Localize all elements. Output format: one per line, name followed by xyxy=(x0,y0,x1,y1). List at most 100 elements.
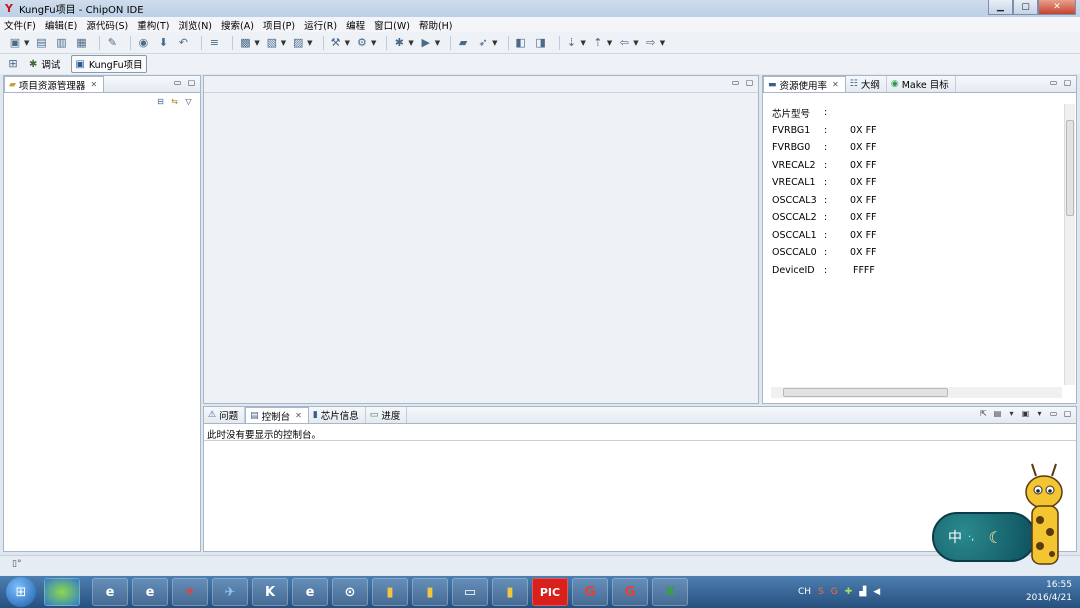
display-console-icon[interactable]: ▤ xyxy=(992,409,1003,420)
menu-project[interactable]: 项目(P) xyxy=(263,18,295,32)
close-tab-icon[interactable]: ✕ xyxy=(90,80,97,89)
tray-language[interactable]: CH xyxy=(798,587,811,597)
tab-console[interactable]: ▤ 控制台 ✕ xyxy=(245,407,309,423)
panel-right-icon[interactable]: ◨ xyxy=(534,36,548,50)
maximize-view-icon[interactable]: ▢ xyxy=(1062,409,1073,420)
menu-file[interactable]: 文件(F) xyxy=(4,18,36,32)
tray-network-icon[interactable]: ▟ xyxy=(859,587,866,597)
horizontal-scroll-thumb[interactable] xyxy=(783,388,948,397)
menu-refactor[interactable]: 重构(T) xyxy=(137,18,169,32)
taskbar-app-pic[interactable]: PIC xyxy=(532,578,568,606)
debug-dropdown-icon[interactable]: ▼ xyxy=(408,39,413,47)
maximize-button[interactable]: ▢ xyxy=(1013,0,1038,15)
new-project-dropdown-icon[interactable]: ▼ xyxy=(254,39,259,47)
taskbar-app-excel[interactable]: X xyxy=(652,578,688,606)
menu-edit[interactable]: 编辑(E) xyxy=(45,18,77,32)
vertical-scroll-thumb[interactable] xyxy=(1066,120,1074,216)
menu-source[interactable]: 源代码(S) xyxy=(86,18,128,32)
panel-left-icon[interactable]: ◧ xyxy=(514,36,528,50)
tab-make-targets[interactable]: ◉ Make 目标 xyxy=(887,76,956,92)
tab-outline[interactable]: ☷ 大纲 xyxy=(846,76,887,92)
link-editor-icon[interactable]: ⇆ xyxy=(169,97,180,108)
menu-search[interactable]: 搜索(A) xyxy=(221,18,254,32)
taskbar-clock[interactable]: 16:55 2016/4/21 xyxy=(1026,579,1072,605)
taskbar-app-12[interactable]: ▮ xyxy=(492,578,528,606)
taskbar-app-4[interactable]: ✈ xyxy=(172,578,208,606)
rocket-icon[interactable]: ➶ xyxy=(476,36,490,50)
save-all-icon[interactable]: ▥ xyxy=(54,36,68,50)
taskbar-app-9[interactable]: ▮ xyxy=(372,578,408,606)
start-button[interactable]: ⊞ xyxy=(6,577,36,607)
minimize-editor-icon[interactable]: ▭ xyxy=(730,78,741,89)
minimize-view-icon[interactable]: ▭ xyxy=(1048,78,1059,89)
new-file-icon[interactable]: ▨ xyxy=(291,36,305,50)
pin-console-icon[interactable]: ⇱ xyxy=(978,409,989,420)
taskbar-app-5[interactable]: ✈ xyxy=(212,578,248,606)
save-icon[interactable]: ▤ xyxy=(34,36,48,50)
settings-icon[interactable]: ⚙ xyxy=(355,36,369,50)
menu-navigate[interactable]: 浏览(N) xyxy=(178,18,212,32)
fast-view-icon[interactable]: ▯° xyxy=(12,559,21,569)
next-annotation-dropdown-icon[interactable]: ▼ xyxy=(581,39,586,47)
debug-icon[interactable]: ✱ xyxy=(392,36,406,50)
taskbar-app-3[interactable]: e xyxy=(132,578,168,606)
maximize-view-icon[interactable]: ▢ xyxy=(1062,78,1073,89)
back-dropdown-icon[interactable]: ▼ xyxy=(633,39,638,47)
open-perspective-icon[interactable]: ⊞ xyxy=(6,57,20,71)
perspective-debug[interactable]: ✱ 调试 xyxy=(26,56,63,72)
tab-project-explorer[interactable]: ▰ 项目资源管理器 ✕ xyxy=(4,76,105,92)
next-annotation-icon[interactable]: ⇣ xyxy=(565,36,579,50)
menu-help[interactable]: 帮助(H) xyxy=(419,18,453,32)
close-tab-icon[interactable]: ✕ xyxy=(832,80,839,89)
minimize-view-icon[interactable]: ▭ xyxy=(1048,409,1059,420)
tab-chip-info[interactable]: ▮ 芯片信息 xyxy=(309,407,366,423)
taskbar-app-11[interactable]: ▭ xyxy=(452,578,488,606)
new-icon[interactable]: ▣ xyxy=(8,36,22,50)
open-console-icon[interactable]: ▣ xyxy=(1020,409,1031,420)
tab-progress[interactable]: ▭ 进度 xyxy=(366,407,408,423)
prev-annotation-icon[interactable]: ⇡ xyxy=(591,36,605,50)
clean-icon[interactable]: ✎ xyxy=(105,36,119,50)
maximize-editor-icon[interactable]: ▢ xyxy=(744,78,755,89)
prev-annotation-dropdown-icon[interactable]: ▼ xyxy=(607,39,612,47)
back-icon[interactable]: ⇦ xyxy=(617,36,631,50)
forward-icon[interactable]: ⇨ xyxy=(644,36,658,50)
format-icon[interactable]: ≡ xyxy=(207,36,221,50)
rocket-dropdown-icon[interactable]: ▼ xyxy=(492,39,497,47)
build-icon[interactable]: ⚒ xyxy=(329,36,343,50)
maximize-view-icon[interactable]: ▢ xyxy=(186,78,197,89)
tray-app-icon[interactable]: G xyxy=(831,587,838,597)
taskbar-app-10[interactable]: ▮ xyxy=(412,578,448,606)
open-project-icon[interactable]: ▧ xyxy=(265,36,279,50)
new-project-icon[interactable]: ▩ xyxy=(238,36,252,50)
build-dropdown-icon[interactable]: ▼ xyxy=(345,39,350,47)
print-icon[interactable]: ▦ xyxy=(74,36,88,50)
new-file-dropdown-icon[interactable]: ▼ xyxy=(307,39,312,47)
view-menu-icon[interactable]: ▽ xyxy=(183,97,194,108)
tab-resource-usage[interactable]: ▬ 资源使用率 ✕ xyxy=(763,76,846,92)
undo-icon[interactable]: ↶ xyxy=(176,36,190,50)
new-dropdown-icon[interactable]: ▼ xyxy=(24,39,29,47)
menu-run[interactable]: 运行(R) xyxy=(304,18,337,32)
minimize-view-icon[interactable]: ▭ xyxy=(172,78,183,89)
menu-program[interactable]: 编程 xyxy=(346,18,365,32)
download-icon[interactable]: ⬇ xyxy=(156,36,170,50)
menu-window[interactable]: 窗口(W) xyxy=(374,18,410,32)
close-button[interactable]: ✕ xyxy=(1038,0,1076,15)
run-dropdown-icon[interactable]: ▼ xyxy=(435,39,440,47)
close-tab-icon[interactable]: ✕ xyxy=(295,411,302,420)
tab-problems[interactable]: ⚠ 问题 xyxy=(204,407,246,423)
tray-app-icon[interactable]: ✚ xyxy=(845,587,853,597)
display-dropdown-icon[interactable]: ▾ xyxy=(1006,409,1017,420)
open-folder-icon[interactable]: ▰ xyxy=(456,36,470,50)
taskbar-app-2[interactable]: e xyxy=(92,578,128,606)
globe-icon[interactable]: ◉ xyxy=(136,36,150,50)
taskbar-app-8[interactable]: ⊙ xyxy=(332,578,368,606)
vertical-scrollbar[interactable] xyxy=(1064,104,1075,385)
taskbar-app-14[interactable]: G xyxy=(612,578,648,606)
taskbar-app-7[interactable]: e xyxy=(292,578,328,606)
run-icon[interactable]: ▶ xyxy=(419,36,433,50)
settings-dropdown-icon[interactable]: ▼ xyxy=(371,39,376,47)
minimize-button[interactable]: ▁ xyxy=(988,0,1013,15)
taskbar-app-1[interactable] xyxy=(44,578,80,606)
